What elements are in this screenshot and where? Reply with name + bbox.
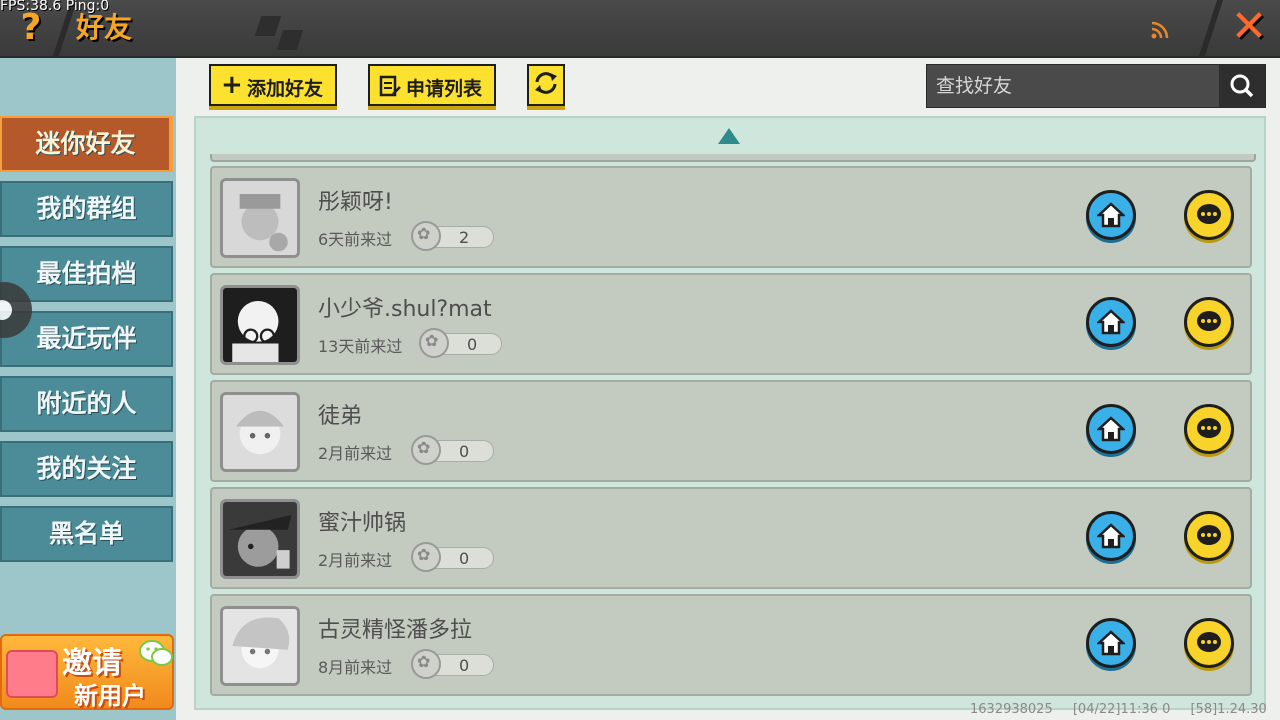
score-value: 0 [459, 442, 470, 461]
user-id: 1632938025 [970, 702, 1053, 717]
visit-home-button[interactable] [1086, 190, 1136, 240]
sidebar-item-following[interactable]: 我的关注 [0, 441, 173, 497]
score-pill: 0 [411, 649, 494, 679]
search-box [926, 64, 1266, 108]
score-pill: 0 [411, 542, 494, 572]
visit-home-button[interactable] [1086, 404, 1136, 454]
friend-list[interactable]: 彤颖呀! 6天前来过 2 小少爷.shul?mat 13天前来过 0 [194, 116, 1266, 710]
build-info: 1632938025 [04/22]11:36 0 [58]1.24.30 [970, 702, 1267, 717]
sidebar-item-blacklist[interactable]: 黑名单 [0, 506, 173, 562]
list-icon [379, 75, 401, 97]
invite-new-user-banner[interactable]: 邀请 新用户 [0, 634, 174, 710]
chat-bubble-icon [1197, 632, 1221, 652]
visit-home-button[interactable] [1086, 511, 1136, 561]
apply-list-button[interactable]: 申请列表 [368, 64, 496, 106]
last-seen-text: 8月前来过 [318, 658, 393, 677]
top-bar: ? 好友 ✕ FPS:38.6 Ping:0 [0, 0, 1280, 58]
friend-name: 彤颖呀! [318, 190, 393, 215]
scroll-up-arrow-icon[interactable] [718, 128, 740, 144]
chat-bubble-icon [1197, 418, 1221, 438]
avatar[interactable] [220, 499, 300, 579]
house-icon [1097, 630, 1125, 656]
visit-home-button[interactable] [1086, 618, 1136, 668]
sidebar-item-mini-friends[interactable]: 迷你好友 [0, 116, 173, 172]
header-decoration [254, 16, 282, 36]
list-item[interactable]: 小少爷.shul?mat 13天前来过 0 [210, 273, 1252, 375]
chat-button[interactable] [1184, 618, 1234, 668]
header-divider [1198, 0, 1224, 56]
sidebar-item-my-groups[interactable]: 我的群组 [0, 181, 173, 237]
friend-name: 蜜汁帅锅 [318, 511, 407, 536]
score-value: 0 [459, 549, 470, 568]
house-icon [1097, 416, 1125, 442]
list-item[interactable]: 蜜汁帅锅 2月前来过 0 [210, 487, 1252, 589]
score-pill: 0 [419, 328, 502, 358]
friend-name: 小少爷.shul?mat [318, 297, 492, 322]
flower-icon [411, 649, 441, 679]
last-seen-text: 13天前来过 [318, 337, 403, 356]
chat-button[interactable] [1184, 511, 1234, 561]
flower-icon [411, 435, 441, 465]
search-button[interactable] [1219, 65, 1265, 107]
sidebar-item-nearby[interactable]: 附近的人 [0, 376, 173, 432]
timestamp: [04/22]11:36 0 [1072, 702, 1171, 717]
avatar[interactable] [220, 178, 300, 258]
list-item[interactable]: 古灵精怪潘多拉 8月前来过 0 [210, 594, 1252, 696]
last-seen-text: 2月前来过 [318, 551, 393, 570]
close-button[interactable]: ✕ [1225, 4, 1273, 52]
search-input[interactable] [927, 65, 1217, 107]
friend-name: 古灵精怪潘多拉 [318, 618, 473, 643]
chat-button[interactable] [1184, 190, 1234, 240]
avatar[interactable] [220, 606, 300, 686]
refresh-button[interactable] [527, 64, 565, 106]
score-value: 0 [459, 656, 470, 675]
house-icon [1097, 309, 1125, 335]
house-icon [1097, 523, 1125, 549]
gift-icon [6, 650, 58, 698]
chat-button[interactable] [1184, 297, 1234, 347]
score-value: 2 [459, 228, 470, 247]
visit-home-button[interactable] [1086, 297, 1136, 347]
signal-icon [1151, 21, 1169, 39]
flower-icon [419, 328, 449, 358]
last-seen-text: 2月前来过 [318, 444, 393, 463]
apply-list-label: 申请列表 [406, 78, 483, 100]
avatar[interactable] [220, 392, 300, 472]
score-value: 0 [467, 335, 478, 354]
version: [58]1.24.30 [1190, 702, 1267, 717]
list-item[interactable]: 徒弟 2月前来过 0 [210, 380, 1252, 482]
add-friend-label: 添加好友 [247, 78, 324, 100]
chat-button[interactable] [1184, 404, 1234, 454]
wechat-icon [139, 640, 173, 666]
header-decoration [276, 30, 304, 50]
last-seen-text: 6天前来过 [318, 230, 393, 249]
avatar[interactable] [220, 285, 300, 365]
fps-readout: FPS:38.6 Ping:0 [0, 0, 110, 14]
house-icon [1097, 202, 1125, 228]
score-pill: 2 [411, 221, 494, 251]
add-friend-button[interactable]: + 添加好友 [209, 64, 337, 106]
chat-bubble-icon [1197, 204, 1221, 224]
score-pill: 0 [411, 435, 494, 465]
plus-icon: + [221, 70, 243, 100]
chat-bubble-icon [1197, 525, 1221, 545]
list-item-partial [210, 154, 1256, 162]
chat-bubble-icon [1197, 311, 1221, 331]
friend-name: 徒弟 [318, 404, 363, 429]
flower-icon [411, 542, 441, 572]
list-item[interactable]: 彤颖呀! 6天前来过 2 [210, 166, 1252, 268]
sidebar: 迷你好友 我的群组 最佳拍档 最近玩伴 附近的人 我的关注 黑名单 [0, 58, 176, 720]
search-icon [1230, 74, 1254, 98]
invite-subtitle: 新用户 [74, 682, 146, 710]
flower-icon [411, 221, 441, 251]
refresh-icon [535, 72, 557, 94]
friends-main-panel: + 添加好友 申请列表 查找好友 彤颖呀! 6天前来过 ✿ 2 小少爷.shul… [176, 58, 1280, 720]
